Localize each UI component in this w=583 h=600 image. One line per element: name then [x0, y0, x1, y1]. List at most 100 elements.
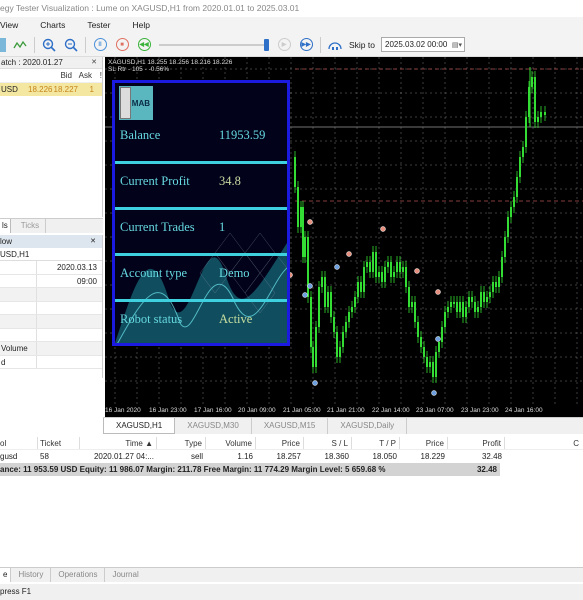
- candle-body: [302, 207, 304, 257]
- candle-body: [522, 147, 524, 157]
- menu-view[interactable]: View: [0, 20, 18, 30]
- candle-body: [390, 262, 392, 277]
- candle-body: [447, 307, 449, 312]
- chart-window-icon[interactable]: [0, 37, 6, 52]
- menu-help[interactable]: Help: [132, 20, 149, 30]
- market-watch-title: atch : 2020.01.27: [1, 58, 63, 67]
- col-flag[interactable]: !: [92, 69, 102, 82]
- col-symbol[interactable]: ol: [0, 437, 38, 449]
- candle-body: [304, 237, 306, 257]
- x-label: 22 Jan 14:00: [372, 407, 410, 414]
- candle-body: [525, 117, 527, 147]
- tab-trade[interactable]: e: [0, 568, 12, 582]
- close-icon[interactable]: ✕: [91, 57, 97, 69]
- fast-forward-icon[interactable]: ▶▶: [298, 37, 314, 53]
- data-row: [0, 288, 102, 302]
- candle-body: [474, 302, 476, 312]
- menu-tester[interactable]: Tester: [87, 20, 110, 30]
- tab-history[interactable]: History: [11, 568, 52, 582]
- data-window-symbol: USD,H1: [0, 248, 102, 261]
- candle-body: [544, 112, 546, 115]
- mab-row-balance: Balance 11953.59: [120, 128, 266, 142]
- tab-ticks[interactable]: Ticks: [15, 219, 47, 233]
- market-watch-columns: Bid Ask !: [0, 69, 102, 83]
- buy-marker: [431, 390, 437, 396]
- mab-row-account-type: Account type Demo: [120, 266, 250, 280]
- col-volume[interactable]: Volume: [206, 437, 256, 449]
- speed-slider-thumb[interactable]: [264, 38, 269, 51]
- stop-icon[interactable]: ■: [114, 37, 130, 53]
- col-bid[interactable]: Bid: [52, 69, 72, 82]
- speed-slider[interactable]: [159, 38, 269, 51]
- skip-icon[interactable]: [327, 37, 343, 53]
- candle-body: [489, 292, 491, 297]
- candle-body: [417, 322, 419, 337]
- tab-xagusd-daily[interactable]: XAGUSD,Daily: [328, 418, 408, 434]
- skip-date-value: 2025.03.02 00:00: [385, 40, 448, 49]
- close-icon[interactable]: ✕: [90, 235, 96, 248]
- x-label: 16 Jan 2020: [105, 407, 141, 414]
- col-tp[interactable]: T / P: [352, 437, 400, 449]
- x-label: 17 Jan 16:00: [194, 407, 232, 414]
- candle-body: [294, 157, 296, 187]
- candle-body: [492, 282, 494, 292]
- chart-indicator: SL Rtr - 105 - -0.56%: [108, 66, 170, 73]
- candle-body: [537, 117, 539, 122]
- col-time[interactable]: Time ▲: [80, 437, 157, 449]
- data-window-panel: low ✕ USD,H1 2020.03.13 09:00 Volume d: [0, 235, 103, 378]
- candle-body: [372, 252, 374, 272]
- zoom-in-icon[interactable]: [41, 37, 57, 53]
- candle-body: [310, 297, 312, 347]
- zoom-out-icon[interactable]: [63, 37, 79, 53]
- x-label: 21 Jan 05:00: [283, 407, 321, 414]
- data-row: [0, 301, 102, 315]
- candle-body: [405, 267, 407, 287]
- col-comment[interactable]: C: [505, 437, 583, 449]
- calendar-dropdown-icon[interactable]: ▤▾: [452, 39, 462, 52]
- candle-body: [381, 272, 383, 282]
- skip-date-input[interactable]: 2025.03.02 00:00 ▤▾: [381, 37, 465, 52]
- col-ask[interactable]: Ask: [72, 69, 92, 82]
- trade-row[interactable]: gusd 58 2020.01.27 04:... sell 1.16 18.2…: [0, 450, 583, 463]
- data-row: d: [0, 355, 102, 369]
- col-type[interactable]: Type: [157, 437, 206, 449]
- buy-marker: [435, 336, 441, 342]
- col-profit[interactable]: Profit: [448, 437, 505, 449]
- candle-body: [498, 277, 500, 287]
- candle-body: [453, 302, 455, 304]
- x-label: 23 Jan 07:00: [416, 407, 454, 414]
- candle-body: [384, 267, 386, 282]
- pause-icon[interactable]: ll: [92, 37, 108, 53]
- tab-xagusd-h1[interactable]: XAGUSD,H1: [103, 418, 176, 434]
- candle-body: [396, 262, 398, 272]
- col-sl[interactable]: S / L: [304, 437, 352, 449]
- flag-value: 1: [89, 85, 94, 94]
- col-price[interactable]: Price: [256, 437, 304, 449]
- candle-body: [516, 177, 518, 197]
- candle-body: [480, 292, 482, 307]
- buy-marker: [302, 292, 308, 298]
- col-current-price[interactable]: Price: [400, 437, 448, 449]
- candle-body: [348, 312, 350, 322]
- candle-body: [483, 292, 485, 302]
- market-watch-row[interactable]: USD 18.226 18.227 1: [0, 83, 102, 96]
- tab-symbols[interactable]: ls: [0, 219, 11, 233]
- rewind-icon[interactable]: ◀◀: [136, 37, 152, 53]
- tab-xagusd-m30[interactable]: XAGUSD,M30: [175, 418, 252, 434]
- market-watch-tabs: ls Ticks: [0, 218, 103, 233]
- x-label: 21 Jan 21:00: [327, 407, 365, 414]
- col-ticket[interactable]: Ticket: [38, 437, 80, 449]
- menu-charts[interactable]: Charts: [40, 20, 65, 30]
- data-row: [0, 328, 102, 342]
- tab-journal[interactable]: Journal: [105, 568, 145, 582]
- candle-body: [336, 332, 338, 357]
- step-icon[interactable]: ▶: [276, 37, 292, 53]
- candle-body: [378, 272, 380, 277]
- menu-bar: View Charts Tester Help: [0, 17, 583, 33]
- candle-body: [435, 352, 437, 377]
- tab-operations[interactable]: Operations: [51, 568, 106, 582]
- candle-body: [375, 252, 377, 277]
- candle-body: [300, 207, 302, 227]
- line-chart-icon[interactable]: [12, 37, 28, 53]
- tab-xagusd-m15[interactable]: XAGUSD,M15: [252, 418, 329, 434]
